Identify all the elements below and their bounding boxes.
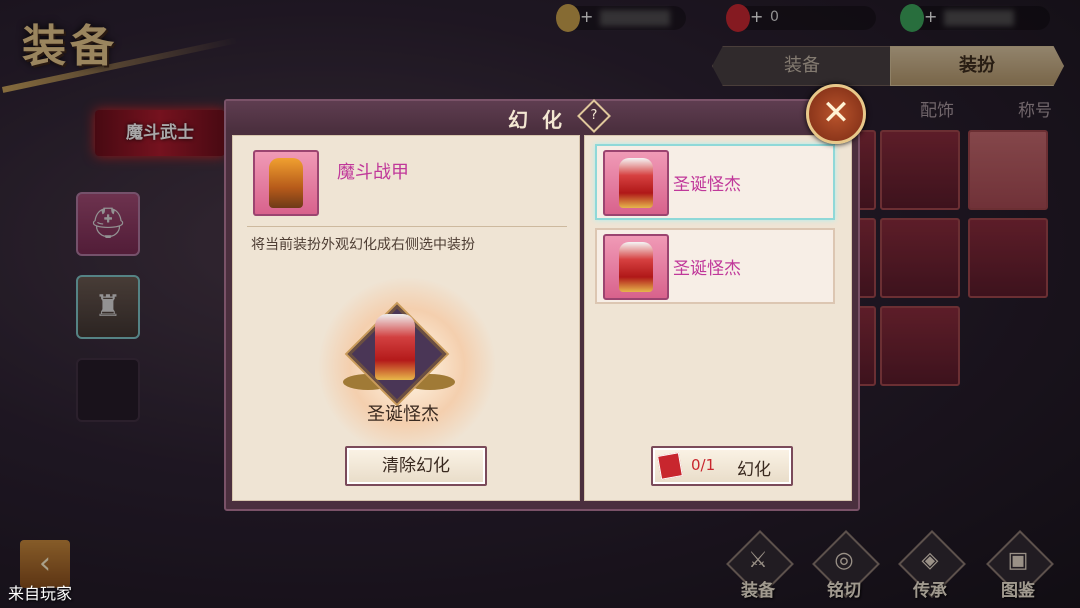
ticket-count: 0/1 xyxy=(691,456,716,474)
current-outfit-pane: 魔斗战甲 将当前装扮外观幻化成右侧选中装扮 圣诞怪杰 清除幻化 xyxy=(232,135,580,501)
outfit-option[interactable]: 圣诞怪杰 xyxy=(595,144,835,220)
dialog-title: 幻化 xyxy=(508,108,576,132)
current-outfit-portrait xyxy=(253,150,319,216)
divider xyxy=(247,226,567,227)
armor-figure xyxy=(269,158,303,208)
transform-button[interactable]: 0/1 幻化 xyxy=(651,446,793,486)
option-name: 圣诞怪杰 xyxy=(673,259,741,279)
clear-transform-label: 清除幻化 xyxy=(382,456,450,476)
current-outfit-name: 魔斗战甲 xyxy=(337,162,409,183)
outfit-options-pane: 圣诞怪杰 圣诞怪杰 0/1 幻化 xyxy=(584,135,852,501)
ticket-icon xyxy=(657,452,683,480)
transform-dialog: 幻化 ? 魔斗战甲 将当前装扮外观幻化成右侧选中装扮 圣诞怪杰 清除幻化 圣诞怪… xyxy=(224,99,860,511)
option-name: 圣诞怪杰 xyxy=(673,175,741,195)
outfit-figure xyxy=(619,158,653,208)
preview-outfit-figure xyxy=(375,314,415,380)
outfit-figure xyxy=(619,242,653,292)
help-icon-glyph: ? xyxy=(590,108,598,123)
clear-transform-button[interactable]: 清除幻化 xyxy=(345,446,487,486)
option-portrait xyxy=(603,150,669,216)
close-icon: ✕ xyxy=(821,93,851,133)
outfit-option[interactable]: 圣诞怪杰 xyxy=(595,228,835,304)
preview-outfit-name: 圣诞怪杰 xyxy=(367,404,439,425)
transform-label: 幻化 xyxy=(737,460,771,480)
close-button[interactable]: ✕ xyxy=(806,84,866,144)
option-portrait xyxy=(603,234,669,300)
watermark: 来自玩家 xyxy=(8,584,73,603)
transform-hint: 将当前装扮外观幻化成右侧选中装扮 xyxy=(251,237,475,253)
